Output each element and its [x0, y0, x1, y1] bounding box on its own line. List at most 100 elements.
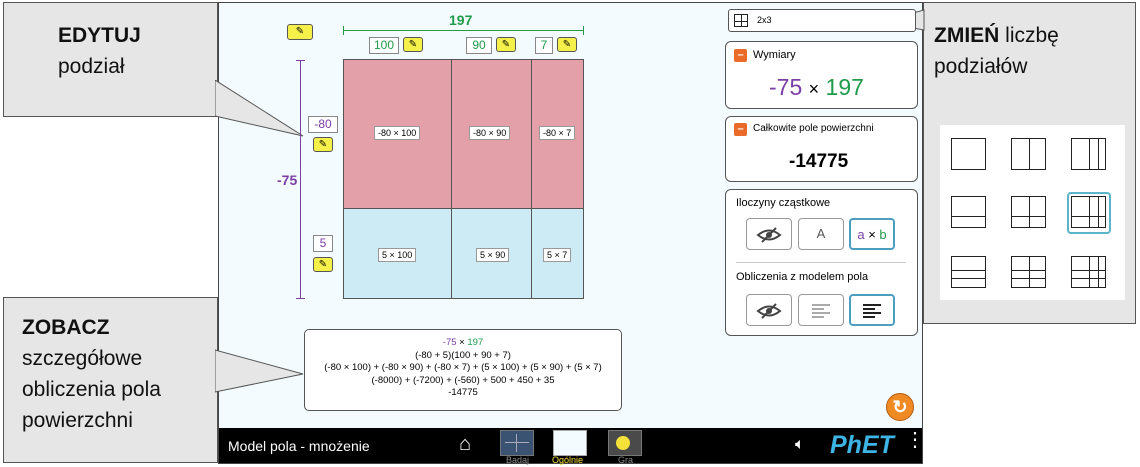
- top-tick-left: [343, 26, 344, 35]
- dimensions-op: ×: [808, 79, 820, 99]
- lines-dark-icon: [863, 304, 881, 318]
- callout-change-bold: ZMIEŃ: [934, 24, 1000, 47]
- left-tick-top: [296, 60, 305, 61]
- layout-3x1-icon[interactable]: [951, 256, 986, 288]
- screen-game-icon[interactable]: [608, 430, 642, 456]
- calc-line-2: (-80 + 5)(100 + 90 + 7): [415, 349, 511, 361]
- dimensions-expression: -75 × 197: [769, 74, 864, 101]
- area-grid: [343, 59, 584, 299]
- callout-view-line2: obliczenia pola: [22, 378, 161, 401]
- top-part-3-box[interactable]: 7: [535, 37, 553, 54]
- cell-label-r1c1: -80 × 100: [374, 126, 421, 140]
- layout-selector[interactable]: 2x3: [728, 9, 916, 32]
- lines-light-icon: [812, 304, 830, 318]
- layout-selector-value: 2x3: [757, 15, 772, 25]
- calculation-box: -75 × 197 (-80 + 5)(100 + 90 + 7) (-80 ×…: [304, 329, 622, 411]
- calc-line-1: -75 × 197: [305, 337, 621, 350]
- total-area-collapse-button[interactable]: –: [734, 123, 747, 136]
- dimensions-right: 197: [825, 74, 864, 100]
- phet-logo[interactable]: PhET: [830, 431, 894, 460]
- left-total-label: -75: [277, 172, 298, 188]
- area-col-divider-2: [531, 60, 532, 298]
- screen-generic-label[interactable]: Ogólnie: [552, 455, 583, 465]
- layout-1x3-icon[interactable]: [1071, 138, 1106, 170]
- cell-label-r1c3: -80 × 7: [539, 126, 576, 140]
- dimensions-title: Wymiary: [753, 49, 796, 61]
- calc-line-3: (-80 × 100) + (-80 × 90) + (-80 × 7) + (…: [324, 362, 602, 373]
- cell-label-r2c3: 5 × 7: [543, 248, 572, 262]
- sim-title: Model pola - mnożenie: [228, 438, 370, 454]
- layout-1x1-icon[interactable]: [951, 138, 986, 170]
- callout-change-line2: podziałów: [934, 55, 1028, 78]
- left-part-2-edit-button[interactable]: ✎: [313, 257, 333, 272]
- area-row-divider: [344, 208, 583, 209]
- partial-ab-b: b: [879, 227, 887, 242]
- partial-divider: [736, 262, 906, 263]
- cell-label-r2c2: 5 × 90: [476, 248, 510, 262]
- top-part-2-edit-button[interactable]: ✎: [496, 37, 516, 52]
- total-area-value: -14775: [789, 151, 849, 172]
- callout-view-line3: powierzchni: [22, 409, 133, 432]
- top-part-1-edit-button[interactable]: ✎: [403, 37, 423, 52]
- callout-view-pointer: [215, 349, 304, 393]
- callout-view-text: ZOBACZ szczegółowe obliczenia pola powie…: [22, 312, 161, 436]
- top-part-1-box[interactable]: 100: [369, 37, 399, 54]
- cell-label-r2c1: 5 × 100: [378, 248, 417, 262]
- left-dimension-line: [300, 60, 301, 299]
- callout-change-text: ZMIEŃ liczbę podziałów: [934, 20, 1059, 82]
- reset-button[interactable]: ↻: [886, 393, 914, 421]
- screen-game-label[interactable]: Gra: [618, 455, 633, 465]
- smiley-icon: [616, 436, 630, 450]
- calc-line-1-right: 197: [467, 337, 484, 348]
- callout-view-line1: szczegółowe: [22, 347, 143, 370]
- partial-label-a-button[interactable]: A: [798, 218, 844, 250]
- calc-hide-button[interactable]: [746, 294, 792, 326]
- layout-3x3-icon[interactable]: [1071, 256, 1106, 288]
- calc-line-5: -14775: [448, 387, 478, 398]
- calc-line-1-left: -75: [442, 337, 457, 348]
- calc-line-1-op: ×: [456, 337, 468, 348]
- top-dimension-line: [343, 30, 584, 31]
- callout-change-line1: liczbę: [1005, 24, 1059, 47]
- calc-line-4: (-8000) + (-7200) + (-560) + 500 + 450 +…: [371, 374, 555, 386]
- partial-products-title: Iloczyny cząstkowe: [736, 197, 831, 209]
- partial-ab-op: ×: [868, 227, 876, 242]
- callout-edit-bold: EDYTUJ: [58, 24, 141, 47]
- sound-icon[interactable]: 🔈︎: [795, 436, 805, 454]
- total-area-title: Całkowite pole powierzchni: [753, 123, 874, 134]
- calc-full-button[interactable]: [849, 294, 895, 326]
- partial-hide-button[interactable]: [746, 218, 792, 250]
- cell-label-r1c2: -80 × 90: [469, 126, 511, 140]
- left-part-1-box[interactable]: -80: [308, 116, 338, 133]
- left-tick-bottom: [296, 298, 305, 299]
- layout-1x2-icon[interactable]: [1011, 138, 1046, 170]
- top-part-3-edit-button[interactable]: ✎: [557, 37, 577, 52]
- callout-edit-line: podział: [58, 55, 125, 78]
- layout-3x2-icon[interactable]: [1011, 256, 1046, 288]
- home-icon[interactable]: ⌂: [459, 433, 471, 456]
- menu-icon[interactable]: ⋮: [905, 430, 925, 450]
- layout-selector-icon: [734, 14, 748, 27]
- eraser-button[interactable]: ✎: [287, 24, 313, 40]
- left-part-2-box[interactable]: 5: [313, 235, 333, 252]
- top-tick-right: [583, 26, 584, 35]
- screen-explore-icon[interactable]: [500, 430, 534, 456]
- layout-2x1-icon[interactable]: [951, 196, 986, 228]
- partial-ab-a: a: [857, 227, 865, 242]
- left-part-1-edit-button[interactable]: ✎: [313, 137, 333, 152]
- top-part-2-box[interactable]: 90: [466, 37, 492, 54]
- area-col-divider-1: [451, 60, 452, 298]
- layout-2x3-icon[interactable]: [1071, 196, 1106, 228]
- dimensions-collapse-button[interactable]: –: [734, 49, 747, 62]
- eye-slash-icon: [756, 303, 782, 319]
- callout-edit-pointer: [215, 80, 304, 137]
- calc-step-button[interactable]: [798, 294, 844, 326]
- callout-view-bold: ZOBACZ: [22, 316, 110, 339]
- partial-label-ab-button[interactable]: a × b: [849, 218, 895, 250]
- dimensions-left: -75: [769, 74, 803, 100]
- eye-slash-icon: [756, 227, 782, 243]
- callout-edit-text: EDYTUJ podział: [58, 20, 141, 82]
- screen-explore-label[interactable]: Badaj: [506, 455, 529, 465]
- screen-generic-icon[interactable]: [553, 430, 587, 456]
- layout-2x2-icon[interactable]: [1011, 196, 1046, 228]
